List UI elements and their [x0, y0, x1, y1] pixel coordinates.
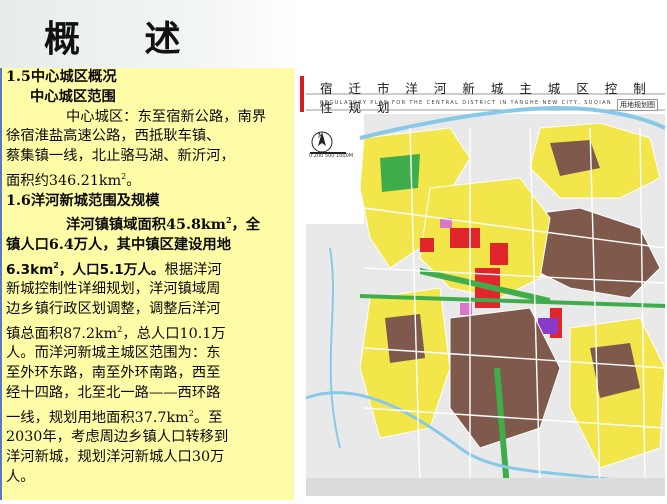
text-panel: 1.5中心城区概况 中心城区范围 中心城区：东至宿新公路，南界 徐宿淮盐高速公路…	[2, 68, 294, 500]
area-text: 面积约346.21km	[6, 172, 122, 189]
paragraph-line: 徐宿淮盐高速公路，西抵耿车镇、	[6, 128, 221, 145]
paragraph-line: 洋河新城，规划洋河新城人口30万	[6, 449, 225, 466]
paragraph-line: 洋河镇镇域面积45.8km2，全	[2, 211, 294, 236]
text-part: 根据洋河	[164, 261, 222, 278]
paragraph-line: 人。而洋河新城主城区范围为：东	[6, 345, 221, 362]
paragraph-line: 2030年，考虑周边乡镇人口转移到	[6, 429, 229, 446]
north-label: N	[318, 132, 324, 140]
text-part: ，总人口10.1万	[122, 325, 226, 342]
map-subtitle: REGULATORY PLAN FOR THE CENTRAL DISTRICT…	[320, 100, 613, 106]
text-part: ，人口5.1万人。	[58, 261, 165, 278]
paragraph-line: 一线，规划用地面积37.7km2。至	[2, 404, 294, 429]
map-legend-label: 用地规划图	[617, 99, 658, 111]
map-svg	[300, 68, 667, 500]
map-title: 宿 迁 市 洋 河 新 城 主 城 区 控 制 性 规 划	[320, 81, 652, 115]
paragraph-line: 镇人口6.4万人，其中镇区建设用地	[6, 236, 232, 253]
paragraph-line: 蔡集镇一线，北止骆马湖、新沂河，	[6, 148, 235, 165]
paragraph-line: 边乡镇行政区划调整，调整后洋河	[6, 301, 221, 318]
text-part: ，全	[231, 217, 261, 234]
paragraph-line: 至外环东路，南至外环南路，西至	[6, 365, 221, 382]
section-heading-1-5: 1.5中心城区概况	[6, 69, 117, 85]
land-use-map	[300, 68, 667, 500]
paragraph-line: 中心城区：东至宿新公路，南界	[66, 108, 267, 125]
text-part: 。至	[193, 409, 223, 426]
section-heading-1-6: 1.6洋河新城范围及规模	[6, 192, 160, 209]
paragraph-line: 面积约346.21km2。	[2, 167, 294, 192]
area-text: 镇总面积87.2km	[6, 325, 118, 342]
paragraph-line: 经十四路，北至北一路——西环路	[6, 385, 221, 402]
paragraph-line: 新城控制性详细规划，洋河镇域周	[6, 281, 221, 298]
paragraph-line: 镇总面积87.2km2，总人口10.1万	[2, 320, 294, 345]
slide-title: 概 述	[44, 19, 207, 60]
paragraph-line: 人。	[6, 468, 35, 485]
scale-label: 0 200 500 1000M	[309, 153, 354, 159]
paragraph-line: 6.3km2，人口5.1万人。根据洋河	[2, 256, 294, 281]
period: 。	[126, 172, 141, 189]
area-text: 一线，规划用地面积37.7km	[6, 409, 189, 426]
area-text: 6.3km	[6, 261, 54, 278]
map-header-accent	[300, 76, 304, 112]
subheading-center-area: 中心城区范围	[30, 88, 116, 105]
area-text: 洋河镇镇域面积45.8km	[66, 217, 226, 234]
